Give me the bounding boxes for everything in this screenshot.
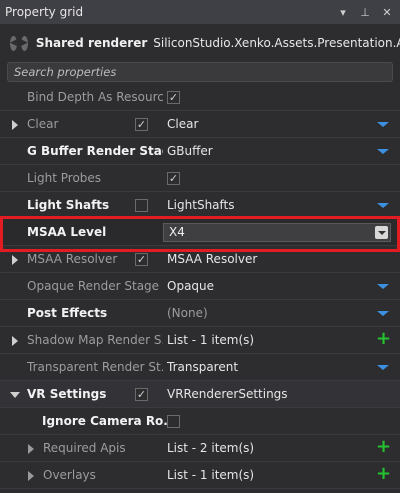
dropdown-arrow-icon[interactable] [377, 365, 389, 370]
property-name: Ignore Camera Ro... [42, 414, 177, 428]
select-value: X4 [169, 225, 185, 239]
chevron-down-icon[interactable] [375, 226, 388, 239]
search-input[interactable]: Search properties [7, 62, 393, 82]
property-row[interactable]: Transparent Render St... Transparent [0, 354, 400, 381]
property-name: Required Apis [43, 441, 126, 455]
expand-arrow-icon[interactable] [12, 255, 18, 265]
property-name: Overlays [43, 468, 96, 482]
property-name: MSAA Level [27, 225, 107, 239]
property-name: Bind Depth As Resourc... [27, 90, 163, 104]
property-name: Transparent Render St... [27, 360, 163, 374]
property-row[interactable]: G Buffer Render Stage GBuffer [0, 138, 400, 165]
property-row[interactable]: Ignore Camera Ro... [0, 408, 400, 435]
value-checkbox[interactable]: ✓ [167, 172, 180, 185]
pin-icon[interactable]: ⊥ [356, 3, 374, 21]
dropdown-arrow-icon[interactable] [377, 311, 389, 316]
property-row[interactable]: Post Effects (None) [0, 300, 400, 327]
dropdown-arrow-icon[interactable] [377, 203, 389, 208]
property-row[interactable]: Overlays List - 1 item(s) + [0, 462, 400, 489]
override-checkbox[interactable] [135, 199, 148, 212]
panel-title: Property grid [5, 5, 84, 19]
value-checkbox[interactable]: ✓ [167, 91, 180, 104]
property-value: MSAA Resolver [167, 252, 258, 266]
add-item-icon[interactable]: + [376, 330, 391, 348]
expand-arrow-icon[interactable] [28, 444, 34, 454]
property-value: List - 1 item(s) [167, 468, 255, 482]
property-name: Opaque Render Stage [27, 279, 160, 293]
expand-arrow-icon[interactable] [12, 120, 18, 130]
object-path-label: SiliconStudio.Xenko.Assets.Presentation.… [153, 36, 400, 50]
property-value: VRRendererSettings [167, 387, 288, 401]
object-type-label: Shared renderer [35, 36, 148, 50]
add-item-icon[interactable]: + [376, 438, 391, 456]
property-row[interactable]: Clear ✓ Clear [0, 111, 400, 138]
property-row[interactable]: Light Shafts LightShafts [0, 192, 400, 219]
property-value: GBuffer [167, 144, 213, 158]
property-row[interactable]: Shadow Map Render S... List - 1 item(s) + [0, 327, 400, 354]
property-value: LightShafts [167, 198, 235, 212]
forward-icon[interactable]: ▶ [20, 35, 28, 51]
dropdown-arrow-icon[interactable] [377, 284, 389, 289]
property-name: G Buffer Render Stage [27, 144, 163, 158]
property-value: (None) [167, 306, 208, 320]
property-name: Post Effects [27, 306, 108, 320]
override-checkbox[interactable]: ✓ [135, 253, 148, 266]
property-name: Shadow Map Render S... [27, 333, 163, 347]
add-item-icon[interactable]: + [376, 465, 391, 483]
value-checkbox[interactable] [167, 415, 180, 428]
property-row[interactable]: Light Probes ✓ [0, 165, 400, 192]
property-name: Light Probes [27, 171, 102, 185]
property-row[interactable]: Required Apis List - 2 item(s) + [0, 435, 400, 462]
property-row[interactable]: MSAA Resolver ✓ MSAA Resolver [0, 246, 400, 273]
property-value: Clear [167, 117, 199, 131]
property-row[interactable]: Opaque Render Stage Opaque [0, 273, 400, 300]
property-list: Bind Depth As Resourc... ✓ Clear ✓ Clear G Bu… [0, 84, 400, 489]
msaa-level-select[interactable]: X4 [163, 223, 391, 242]
menu-dropdown-icon[interactable]: ▾ [334, 3, 352, 21]
property-row[interactable]: Bind Depth As Resourc... ✓ [0, 84, 400, 111]
panel-titlebar: Property grid ▾ ⊥ ✕ [0, 0, 400, 24]
dropdown-arrow-icon[interactable] [377, 122, 389, 127]
property-row[interactable]: MSAA Level X4 [0, 219, 400, 246]
property-value: Transparent [167, 360, 239, 374]
property-value: Opaque [167, 279, 215, 293]
dropdown-arrow-icon[interactable] [377, 149, 389, 154]
object-header: ◀ ▶ Shared renderer SiliconStudio.Xenko.… [0, 28, 400, 58]
collapse-arrow-icon[interactable] [10, 392, 20, 398]
override-checkbox[interactable]: ✓ [135, 118, 148, 131]
back-icon[interactable]: ◀ [10, 35, 17, 51]
expand-arrow-icon[interactable] [12, 336, 18, 346]
property-value: List - 2 item(s) [167, 441, 255, 455]
property-value: List - 1 item(s) [167, 333, 255, 347]
property-row[interactable]: VR Settings ✓ VRRendererSettings [0, 381, 400, 408]
expand-arrow-icon[interactable] [28, 471, 34, 481]
close-icon[interactable]: ✕ [378, 3, 396, 21]
override-checkbox[interactable]: ✓ [135, 388, 148, 401]
